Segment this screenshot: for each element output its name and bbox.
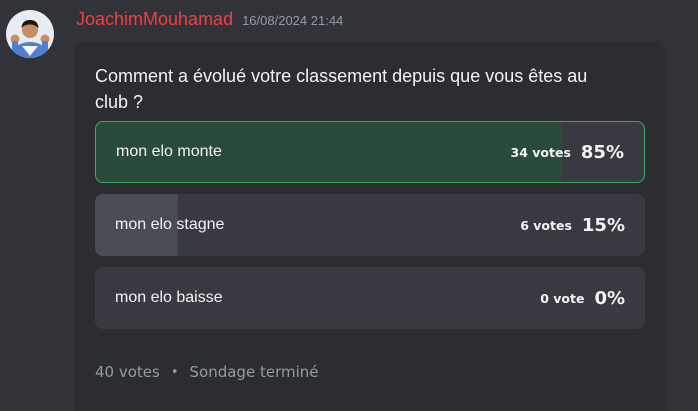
poll-footer: 40 votes • Sondage terminé — [95, 363, 318, 381]
poll-status: Sondage terminé — [189, 363, 319, 381]
separator-dot: • — [170, 364, 179, 380]
timestamp: 16/08/2024 21:44 — [242, 13, 344, 28]
message-header: JoachimMouhamad 16/08/2024 21:44 — [76, 9, 343, 30]
poll-answer-votes: 6 votes — [520, 217, 572, 233]
poll-answer[interactable]: mon elo baisse 0 vote 0% — [95, 267, 645, 329]
avatar[interactable] — [6, 10, 54, 58]
poll-answer-votes: 0 vote — [540, 290, 585, 306]
poll-question: Comment a évolué votre classement depuis… — [95, 66, 588, 112]
avatar-image — [6, 10, 54, 58]
poll-answer[interactable]: mon elo monte 34 votes 85% — [95, 121, 645, 183]
poll-answer-percent: 15% — [581, 214, 625, 236]
poll-answer-label: mon elo monte — [116, 143, 222, 160]
poll-answer-stats: 34 votes 85% — [511, 122, 624, 182]
poll-answer-label: mon elo stagne — [115, 216, 225, 233]
username[interactable]: JoachimMouhamad — [76, 9, 233, 30]
poll-answer-stats: 6 votes 15% — [520, 194, 625, 256]
poll: Comment a évolué votre classement depuis… — [75, 41, 665, 411]
chat-message: JoachimMouhamad 16/08/2024 21:44 Comment… — [0, 0, 698, 411]
poll-answer[interactable]: mon elo stagne 6 votes 15% — [95, 194, 645, 256]
poll-answer-stats: 0 vote 0% — [540, 267, 625, 329]
poll-answer-label: mon elo baisse — [115, 289, 223, 306]
poll-answer-votes: 34 votes — [510, 144, 571, 160]
poll-answer-percent: 0% — [594, 287, 625, 309]
poll-answer-percent: 85% — [580, 141, 624, 163]
poll-total-votes: 40 votes — [95, 363, 160, 381]
